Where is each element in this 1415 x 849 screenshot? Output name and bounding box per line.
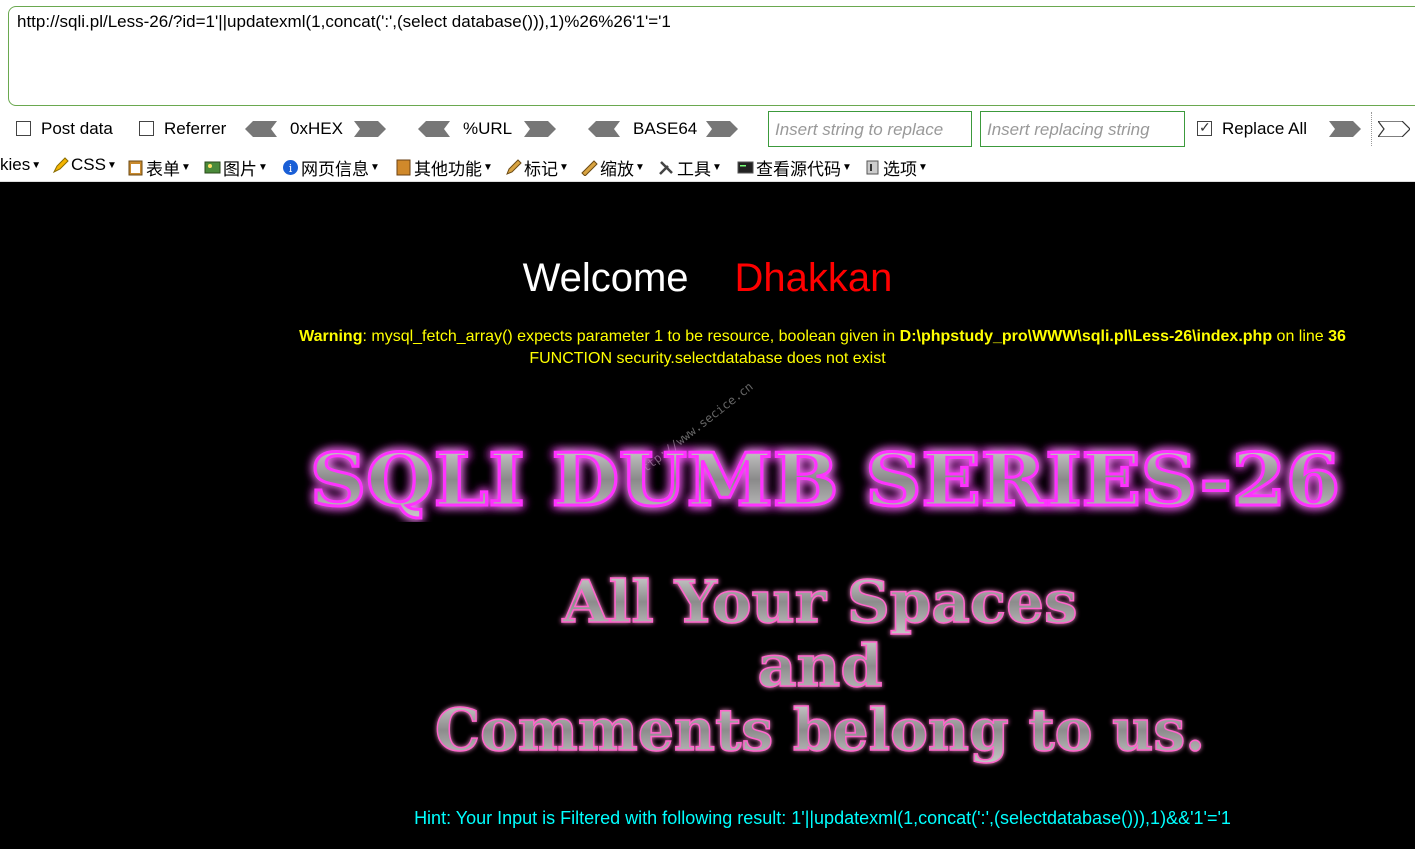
svg-text:i: i (289, 162, 293, 175)
images-menu-label: 图片 (223, 160, 257, 179)
subtitle-line-3: Comments belong to us. (435, 696, 1205, 764)
page-content: Welcome Dhakkan Warning: mysql_fetch_arra… (0, 182, 1415, 849)
options-gear-icon (866, 160, 879, 175)
referrer-label[interactable]: Referrer (164, 119, 226, 139)
post-data-label[interactable]: Post data (41, 119, 113, 139)
chevron-down-icon: ▼ (483, 162, 493, 173)
tools-menu[interactable]: 工具 ▼ (658, 155, 722, 180)
base64-label: BASE64 (633, 119, 698, 138)
view-source-menu-label: 查看源代码 (756, 160, 841, 179)
tools-menu-label: 工具 (677, 160, 711, 179)
replacing-string-input[interactable]: Insert replacing string (980, 111, 1185, 147)
chevron-down-icon: ▼ (181, 162, 191, 173)
info-icon: i (283, 160, 298, 175)
options-menu-label: 选项 (883, 160, 917, 179)
hackbar: http://sqli.pl/Less-26/?id=1'||updatexml… (0, 0, 1415, 182)
url-input[interactable]: http://sqli.pl/Less-26/?id=1'||updatexml… (8, 6, 1415, 106)
info-menu[interactable]: i 网页信息 ▼ (282, 155, 380, 180)
chevron-down-icon: ▼ (106, 159, 117, 171)
replace-all-label[interactable]: Replace All (1222, 119, 1307, 139)
chevron-down-icon: ▼ (559, 162, 569, 173)
title-art-text: SQLI DUMB SERIES-26 (310, 437, 1340, 522)
warning-path: D:\phpstudy_pro\WWW\sqli.pl\Less-26\inde… (899, 328, 1273, 345)
tools-wrench-icon (659, 161, 673, 175)
warning-label: Warning (299, 328, 363, 345)
chevron-down-icon: ▼ (258, 162, 268, 173)
hex-encode-arrow-icon[interactable] (354, 121, 386, 137)
chevron-down-icon: ▼ (712, 162, 722, 173)
filter-hint: Hint: Your Input is Filtered with follow… (414, 808, 1231, 828)
username-text: Dhakkan (734, 256, 893, 300)
warning-on-line: on line (1272, 328, 1329, 345)
base64-encode-arrow-icon[interactable] (706, 121, 738, 137)
info-menu-label: 网页信息 (301, 160, 369, 179)
sqli-dumb-series-title-image: SQLI DUMB SERIES-26 (309, 437, 1342, 522)
css-menu[interactable]: CSS ▼ (52, 155, 117, 175)
post-data-checkbox[interactable] (16, 121, 31, 136)
web-developer-toolbar: kies ▼ CSS ▼ 表单 ▼ 图片 ▼ i 网页信息 ▼ 其他功能 ▼ 标记 ▼ 缩放 ▼ … (0, 153, 1415, 182)
url-label: %URL (463, 119, 513, 138)
chevron-down-icon: ▼ (918, 162, 928, 173)
referrer-checkbox[interactable] (139, 121, 154, 136)
css-pencil-icon (52, 156, 69, 173)
view-source-menu[interactable]: 查看源代码 ▼ (737, 155, 852, 180)
subtitle-line-2: and (758, 632, 883, 700)
misc-menu-label: 其他功能 (414, 160, 482, 179)
cookies-menu[interactable]: kies ▼ (0, 155, 41, 175)
replace-next-arrow-icon[interactable] (1378, 121, 1410, 137)
forms-clipboard-icon (128, 160, 143, 176)
hackbar-controls: Post data Referrer 0xHEX %URL BASE64 Ins… (0, 110, 1415, 150)
cookies-menu-label: kies (0, 155, 31, 174)
url-decode-arrow-icon[interactable] (418, 121, 450, 137)
warning-line-number: 36 (1328, 328, 1346, 345)
warning-message: : mysql_fetch_array() expects parameter … (362, 328, 900, 345)
hex-decode-arrow-icon[interactable] (245, 121, 277, 137)
view-source-terminal-icon (737, 161, 754, 174)
url-encode-arrow-icon[interactable] (524, 121, 556, 137)
misc-folder-icon (396, 159, 411, 176)
misc-menu[interactable]: 其他功能 ▼ (395, 155, 493, 180)
chevron-down-icon: ▼ (842, 162, 852, 173)
replace-arrow-icon[interactable] (1329, 121, 1361, 137)
resize-menu-label: 缩放 (600, 160, 634, 179)
chevron-down-icon: ▼ (370, 162, 380, 173)
resize-menu[interactable]: 缩放 ▼ (581, 155, 645, 180)
welcome-heading: Welcome Dhakkan (0, 256, 1415, 301)
outline-pencil-icon (506, 159, 522, 175)
base64-decode-arrow-icon[interactable] (588, 121, 620, 137)
welcome-text: Welcome (522, 256, 689, 300)
resize-ruler-icon (581, 160, 598, 176)
forms-menu[interactable]: 表单 ▼ (127, 155, 191, 180)
images-picture-icon (204, 161, 221, 174)
replace-string-input[interactable]: Insert string to replace (768, 111, 972, 147)
replace-all-checkbox[interactable] (1197, 119, 1212, 136)
options-menu[interactable]: 选项 ▼ (864, 155, 928, 180)
all-your-spaces-image: All Your Spaces and Comments belong to u… (434, 572, 1206, 765)
chevron-down-icon: ▼ (31, 159, 42, 171)
outline-menu-label: 标记 (524, 160, 558, 179)
hex-label: 0xHEX (290, 119, 343, 138)
images-menu[interactable]: 图片 ▼ (204, 155, 268, 180)
forms-menu-label: 表单 (146, 160, 180, 179)
outline-menu[interactable]: 标记 ▼ (505, 155, 569, 180)
php-warning: Warning: mysql_fetch_array() expects par… (0, 328, 1415, 346)
chevron-down-icon: ▼ (635, 162, 645, 173)
subtitle-line-1: All Your Spaces (561, 572, 1077, 636)
separator (1371, 112, 1373, 146)
css-menu-label: CSS (71, 155, 106, 174)
